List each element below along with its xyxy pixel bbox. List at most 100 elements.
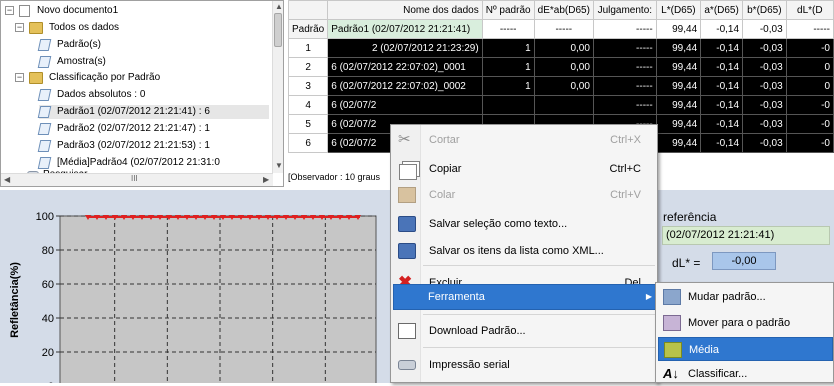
submenu-item-change-standard[interactable]: Mudar padrão... — [658, 285, 833, 309]
tree-horizontal-scrollbar[interactable]: ◀ III ▶ — [1, 173, 273, 186]
cell-l[interactable]: 99,44 — [655, 38, 702, 58]
table-row-standard[interactable]: Padrão Padrão1 (02/07/2012 21:21:41) ---… — [288, 19, 834, 39]
tree-vertical-scroll-thumb[interactable] — [274, 13, 282, 47]
tree-vertical-scrollbar[interactable]: ▲ ▼ — [272, 1, 283, 173]
cell-dl[interactable]: -0 — [785, 133, 834, 153]
column-header[interactable]: Nº padrão — [481, 0, 535, 20]
table-row[interactable]: 4 6 (02/07/2 ----- 99,44 -0,14 -0,03 -0 — [288, 95, 834, 115]
cell-de[interactable]: ----- — [533, 19, 594, 39]
menu-separator — [423, 314, 655, 315]
cell-l[interactable]: 99,44 — [655, 114, 702, 134]
cell-l[interactable]: 99,44 — [655, 95, 702, 115]
tree-item-label: Padrão2 (02/07/2012 21:21:47) : 1 — [57, 123, 210, 134]
printer-icon — [398, 360, 416, 370]
cell-b[interactable]: -0,03 — [742, 38, 787, 58]
cell-judgement[interactable]: ----- — [592, 76, 657, 96]
cell-dl[interactable]: -0 — [785, 114, 834, 134]
column-header[interactable]: L*(D65) — [655, 0, 702, 20]
cell-judgement[interactable]: ----- — [592, 19, 657, 39]
menu-item-serial-print[interactable]: Impressão serial — [393, 353, 657, 377]
cell-name[interactable]: 6 (02/07/2 — [327, 95, 483, 115]
scroll-left-icon[interactable]: ◀ — [4, 175, 10, 184]
cell-a[interactable]: -0,14 — [700, 38, 744, 58]
cell-b[interactable]: -0,03 — [742, 133, 787, 153]
corner-cell — [288, 0, 329, 20]
cell-judgement[interactable]: ----- — [592, 57, 657, 77]
table-row[interactable]: 3 6 (02/07/2012 22:07:02)_0002 1 0,00 --… — [288, 76, 834, 96]
cell-dl[interactable]: 0 — [785, 76, 834, 96]
tree-item-label: Padrão1 (02/07/2012 21:21:41) : 6 — [57, 106, 210, 117]
cell-de[interactable]: 0,00 — [533, 57, 594, 77]
column-header[interactable]: b*(D65) — [742, 0, 787, 20]
cell-name[interactable]: Padrão1 (02/07/2012 21:21:41) — [327, 19, 483, 39]
menu-item-paste[interactable]: Colar Ctrl+V — [393, 183, 657, 207]
scroll-grip[interactable]: III — [131, 174, 138, 183]
column-header[interactable]: Nome dos dados — [327, 0, 483, 20]
cell-de[interactable]: 0,00 — [533, 38, 594, 58]
cell-judgement[interactable]: ----- — [592, 95, 657, 115]
collapse-icon[interactable]: − — [15, 23, 24, 32]
cell-de[interactable]: 0,00 — [533, 76, 594, 96]
collapse-icon[interactable]: − — [5, 6, 14, 15]
paste-icon — [398, 187, 416, 203]
tree-item-standard1[interactable]: Padrão1 (02/07/2012 21:21:41) : 6 — [37, 105, 269, 119]
cell-dl[interactable]: 0 — [785, 57, 834, 77]
tools-submenu[interactable]: Mudar padrão... Mover para o padrão Médi… — [655, 282, 834, 383]
document-tree[interactable]: − Novo documento1 − Todos os dados Padrã… — [0, 0, 284, 187]
cell-judgement[interactable]: ----- — [592, 38, 657, 58]
cell-number[interactable]: 1 — [481, 76, 535, 96]
submenu-item-average[interactable]: Média — [658, 337, 833, 361]
cell-dl[interactable]: -0 — [785, 38, 834, 58]
cell-number[interactable]: 1 — [481, 57, 535, 77]
context-menu[interactable]: ✂ Cortar Ctrl+X Copiar Ctrl+C Colar Ctrl… — [390, 124, 658, 383]
cell-number[interactable]: 1 — [481, 38, 535, 58]
cell-a[interactable]: -0,14 — [700, 95, 744, 115]
cell-name[interactable]: 6 (02/07/2012 22:07:02)_0001 — [327, 57, 483, 77]
cell-b[interactable]: -0,03 — [742, 76, 787, 96]
cell-number[interactable]: ----- — [481, 19, 535, 39]
column-header[interactable]: a*(D65) — [700, 0, 744, 20]
column-header[interactable]: Julgamento: — [592, 0, 657, 20]
table-row[interactable]: 2 6 (02/07/2012 22:07:02)_0001 1 0,00 --… — [288, 57, 834, 77]
menu-item-cut[interactable]: ✂ Cortar Ctrl+X — [393, 128, 657, 152]
cell-b[interactable]: -0,03 — [742, 57, 787, 77]
menu-item-save-xml[interactable]: Salvar os itens da lista como XML... — [393, 239, 657, 263]
submenu-item-move-to-standard[interactable]: Mover para o padrão — [658, 311, 833, 335]
table-row[interactable]: 1 2 (02/07/2012 21:23:29) 1 0,00 ----- 9… — [288, 38, 834, 58]
submenu-item-sort[interactable]: A↓ Classificar... — [658, 362, 833, 386]
cell-b[interactable]: -0,03 — [742, 114, 787, 134]
cell-a[interactable]: -0,14 — [700, 133, 744, 153]
scroll-right-icon[interactable]: ▶ — [263, 175, 269, 184]
cell-number[interactable] — [481, 95, 535, 115]
cell-l[interactable]: 99,44 — [655, 133, 702, 153]
menu-item-save-text[interactable]: Salvar seleção como texto... — [393, 212, 657, 236]
menu-item-tools[interactable]: Ferramenta ▶ — [393, 284, 657, 310]
menu-item-download-standard[interactable]: Download Padrão... — [393, 319, 657, 343]
cell-b[interactable]: -0,03 — [742, 19, 787, 39]
cell-a[interactable]: -0,14 — [700, 76, 744, 96]
cell-l[interactable]: 99,44 — [655, 76, 702, 96]
cell-a[interactable]: -0,14 — [700, 114, 744, 134]
menu-item-copy[interactable]: Copiar Ctrl+C — [393, 157, 657, 181]
cell-dl[interactable]: ----- — [785, 19, 834, 39]
cell-name[interactable]: 6 (02/07/2012 22:07:02)_0002 — [327, 76, 483, 96]
column-header[interactable]: dL*(D — [785, 0, 834, 20]
cell-de[interactable] — [533, 95, 594, 115]
cell-name[interactable]: 2 (02/07/2012 21:23:29) — [327, 38, 483, 58]
y-tick-label: 20 — [42, 347, 54, 359]
cell-b[interactable]: -0,03 — [742, 95, 787, 115]
menu-item-label: Cortar — [429, 134, 460, 146]
cell-a[interactable]: -0,14 — [700, 19, 744, 39]
cell-l[interactable]: 99,44 — [655, 19, 702, 39]
row-header: 6 — [288, 133, 329, 153]
tree-item-label: Padrão(s) — [57, 39, 101, 50]
cell-a[interactable]: -0,14 — [700, 57, 744, 77]
row-header: 5 — [288, 114, 329, 134]
cell-l[interactable]: 99,44 — [655, 57, 702, 77]
folder-icon — [29, 22, 43, 34]
scroll-down-icon[interactable]: ▼ — [275, 161, 283, 170]
cell-dl[interactable]: -0 — [785, 95, 834, 115]
column-header[interactable]: dE*ab(D65) — [533, 0, 594, 20]
scroll-up-icon[interactable]: ▲ — [275, 2, 283, 11]
collapse-icon[interactable]: − — [15, 73, 24, 82]
